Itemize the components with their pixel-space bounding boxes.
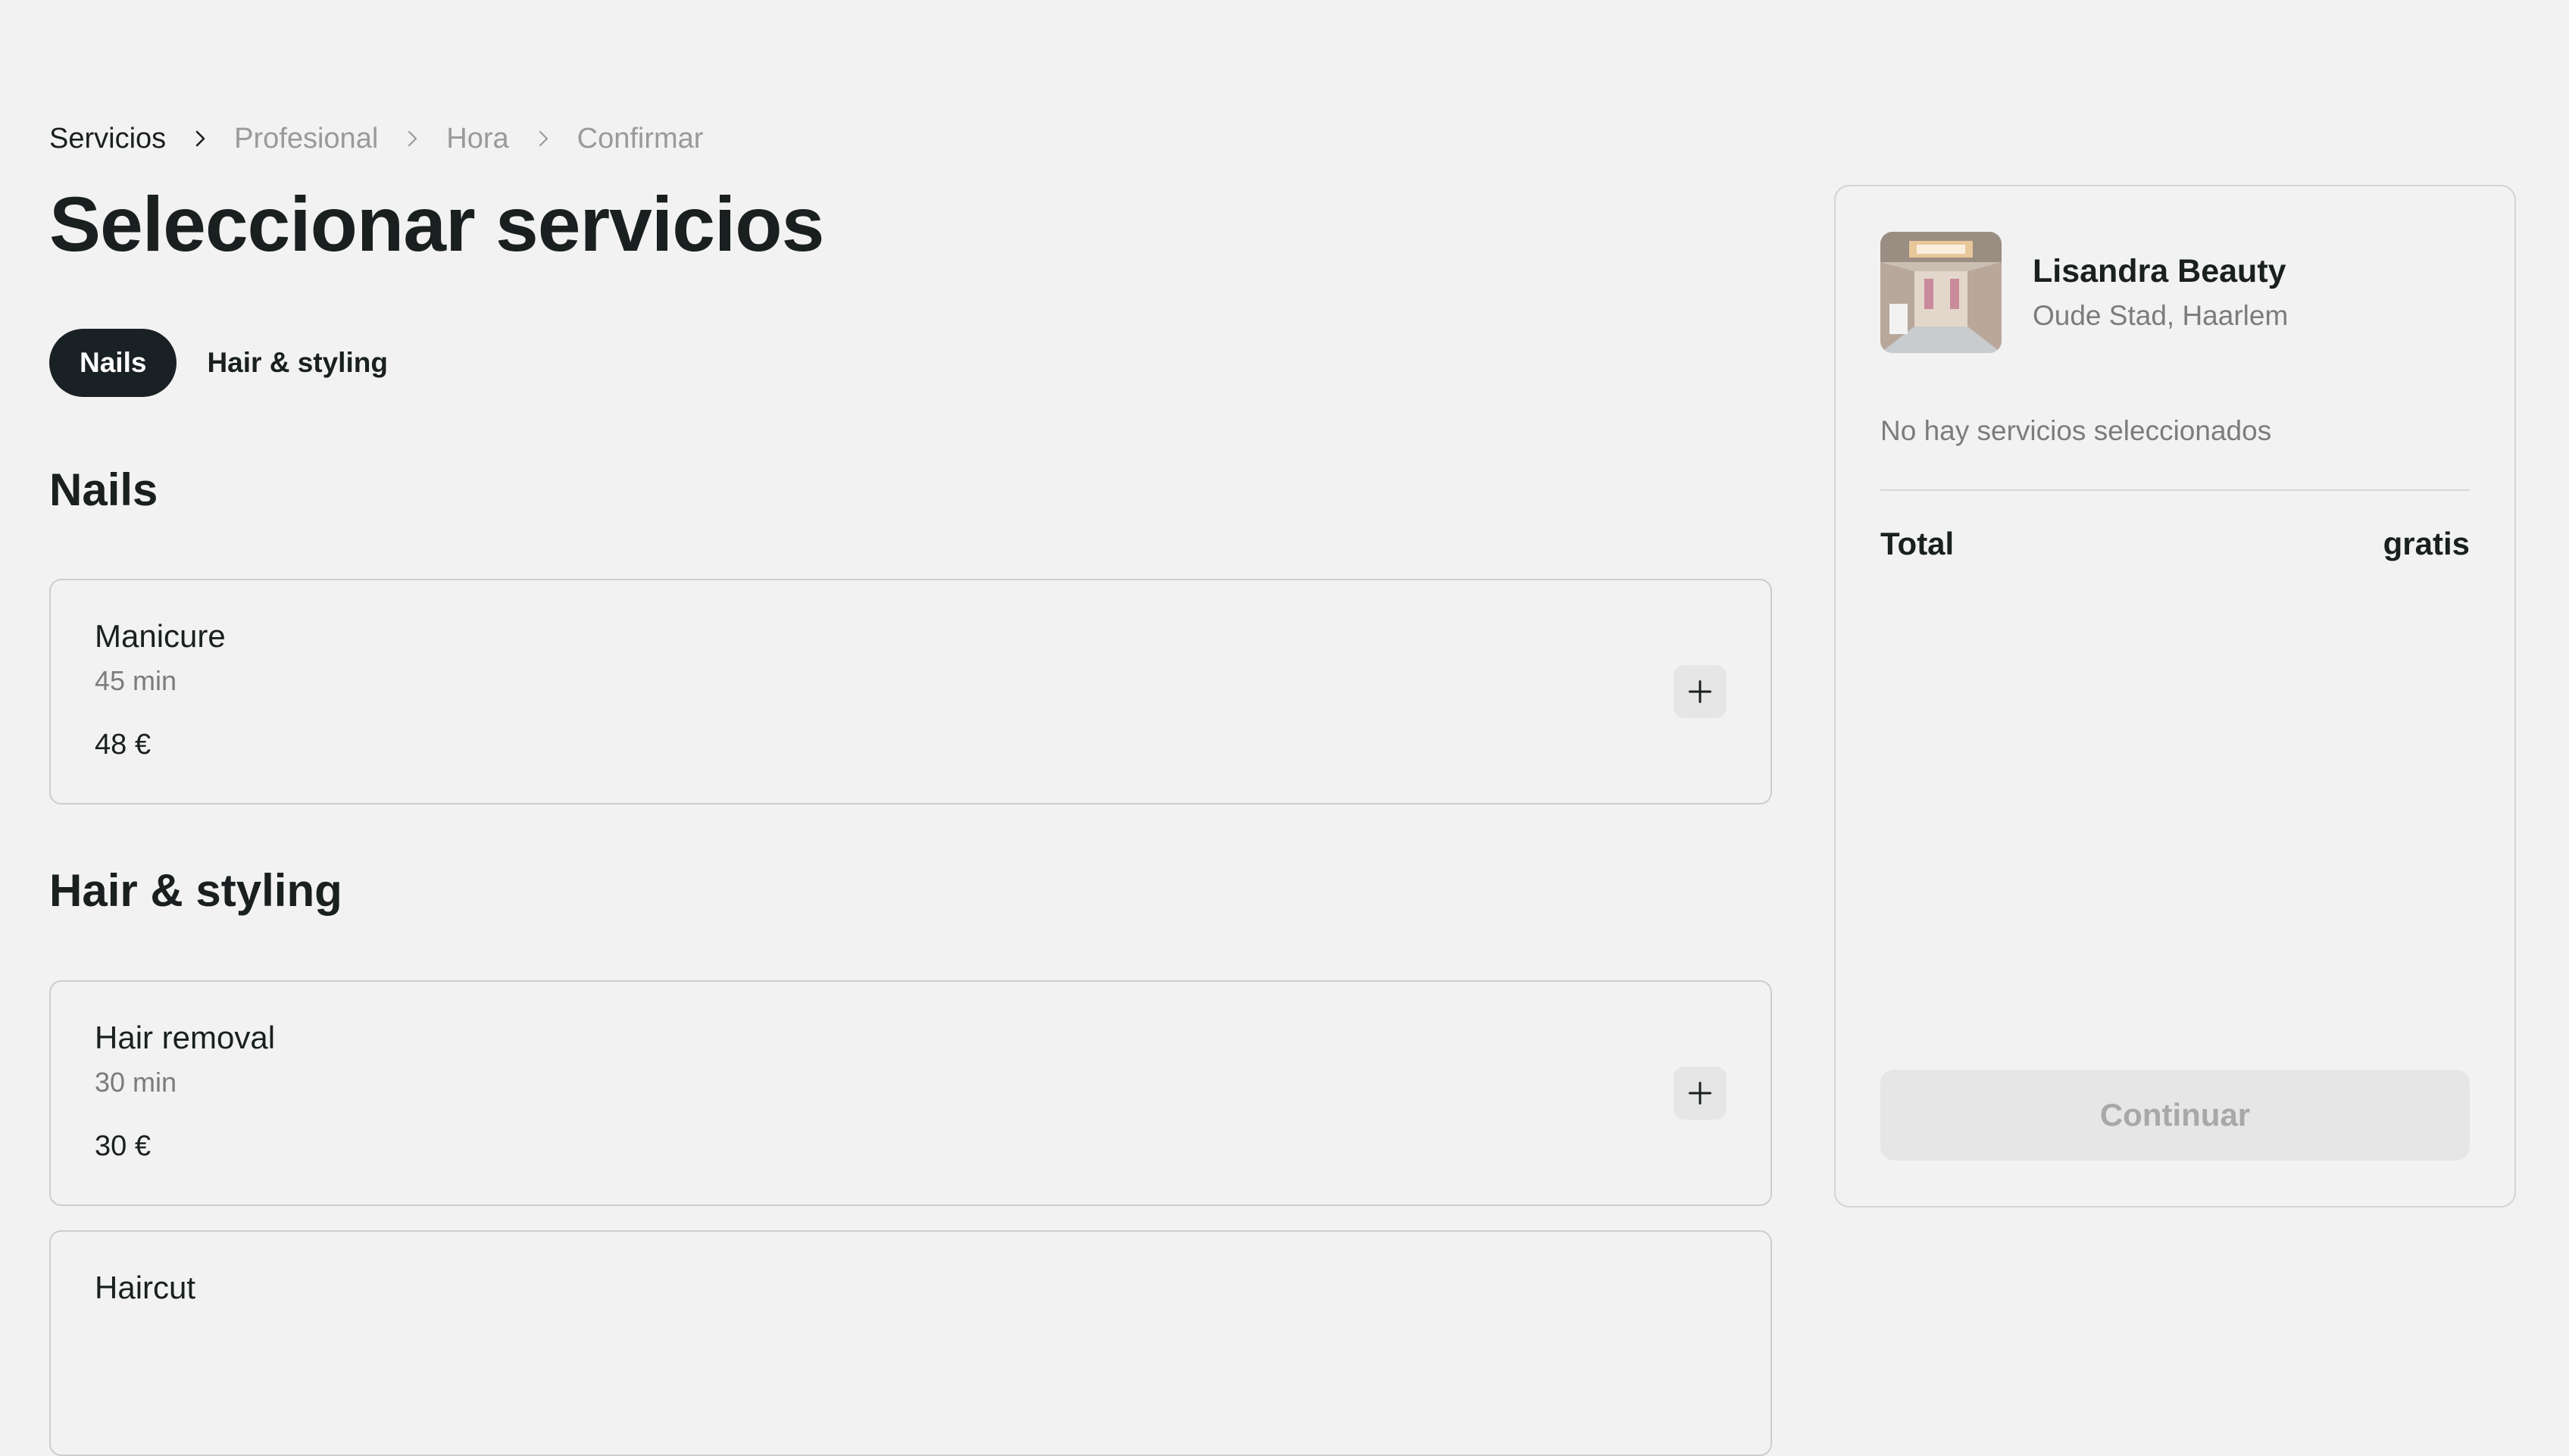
service-card-manicure[interactable]: Manicure 45 min 48 € xyxy=(49,579,1772,805)
breadcrumb-step-hora: Hora xyxy=(446,122,509,155)
salon-name: Lisandra Beauty xyxy=(2033,253,2286,289)
service-price: 48 € xyxy=(95,729,151,761)
add-service-button[interactable] xyxy=(1674,1067,1727,1120)
total-label: Total xyxy=(1880,526,1955,561)
breadcrumb-step-confirmar: Confirmar xyxy=(577,122,704,155)
booking-summary-panel: Lisandra Beauty Oude Stad, Haarlem No ha… xyxy=(1834,185,2516,1208)
service-price: 30 € xyxy=(95,1130,151,1162)
chevron-right-icon xyxy=(166,130,234,148)
breadcrumb: Servicios Profesional Hora Confirmar xyxy=(49,120,703,158)
chevron-right-icon xyxy=(509,130,577,148)
plus-icon xyxy=(1689,680,1711,703)
service-name: Hair removal xyxy=(95,1020,276,1055)
chevron-right-icon xyxy=(378,130,446,148)
service-name: Haircut xyxy=(95,1270,196,1305)
tab-hair-styling[interactable]: Hair & styling xyxy=(177,329,418,397)
service-card-hair-removal[interactable]: Hair removal 30 min 30 € xyxy=(49,980,1772,1206)
continue-button[interactable]: Continuar xyxy=(1880,1070,2470,1161)
section-title-nails: Nails xyxy=(49,464,158,515)
salon-location: Oude Stad, Haarlem xyxy=(2033,300,2289,331)
page-title: Seleccionar servicios xyxy=(49,181,824,267)
service-duration: 45 min xyxy=(95,665,177,696)
total-value: gratis xyxy=(2383,526,2470,561)
divider xyxy=(1880,489,2470,491)
service-name: Manicure xyxy=(95,618,226,654)
empty-selection-text: No hay servicios seleccionados xyxy=(1880,415,2272,446)
category-tabs: Nails Hair & styling xyxy=(49,329,418,397)
tab-nails[interactable]: Nails xyxy=(49,329,177,397)
breadcrumb-step-servicios[interactable]: Servicios xyxy=(49,123,166,155)
breadcrumb-step-profesional: Profesional xyxy=(234,122,379,155)
plus-icon xyxy=(1689,1082,1711,1104)
section-title-hair-styling: Hair & styling xyxy=(49,865,342,916)
service-duration: 30 min xyxy=(95,1067,177,1098)
service-card-haircut[interactable]: Haircut xyxy=(49,1230,1772,1456)
salon-photo xyxy=(1880,232,2002,353)
add-service-button[interactable] xyxy=(1674,665,1727,718)
